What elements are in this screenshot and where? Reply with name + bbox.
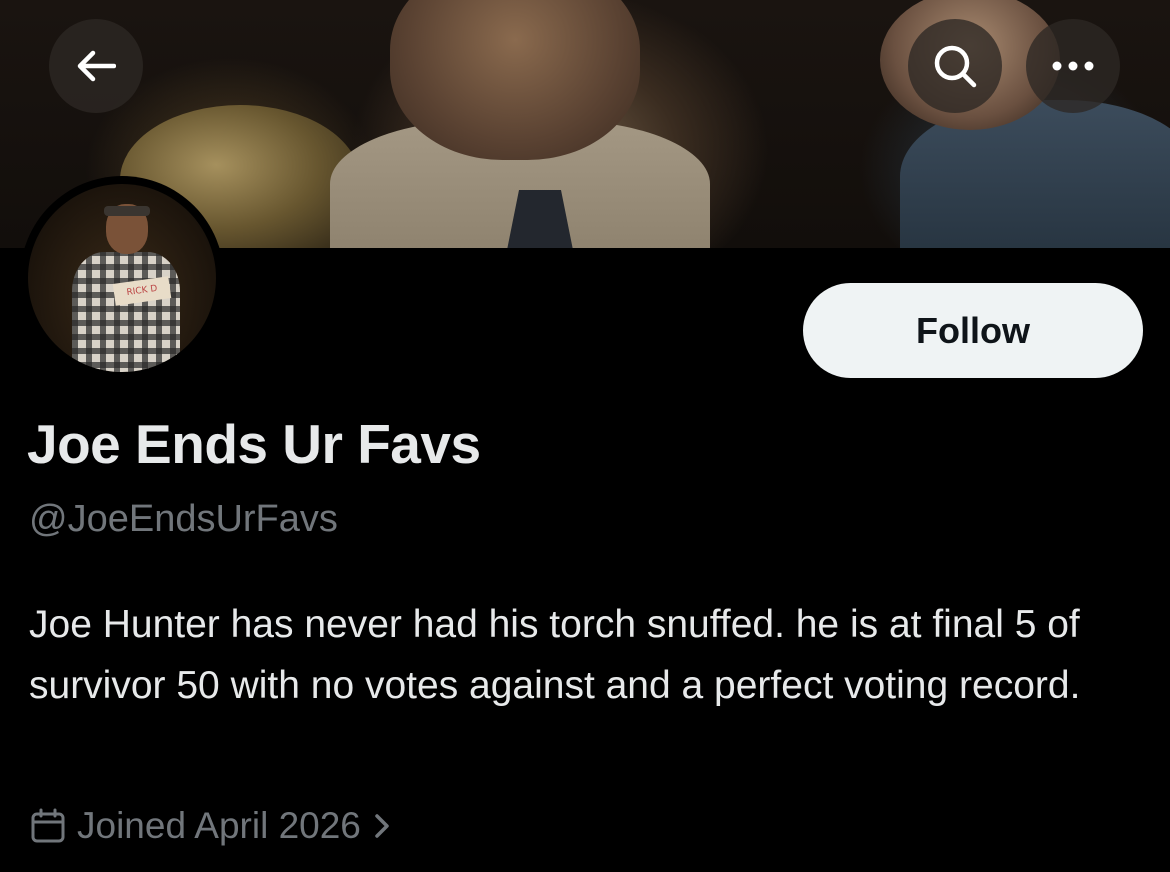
back-button[interactable] <box>49 19 143 113</box>
arrow-left-icon <box>77 50 116 82</box>
avatar-image: RICK D <box>28 184 216 372</box>
banner-person-face <box>390 0 640 160</box>
profile-avatar[interactable]: RICK D <box>20 176 224 380</box>
username-handle: @JoeEndsUrFavs <box>29 498 338 540</box>
joined-date-text: Joined April 2026 <box>77 805 361 846</box>
avatar-plaid-shirt <box>72 252 180 372</box>
display-name: Joe Ends Ur Favs <box>27 413 481 475</box>
more-horizontal-icon <box>1052 61 1094 71</box>
chevron-right-icon <box>375 814 389 838</box>
avatar-headband <box>104 206 150 216</box>
follow-button[interactable]: Follow <box>803 283 1143 378</box>
search-icon <box>934 45 977 88</box>
more-options-button[interactable] <box>1026 19 1120 113</box>
calendar-icon <box>31 808 65 843</box>
search-button[interactable] <box>908 19 1002 113</box>
profile-bio: Joe Hunter has never had his torch snuff… <box>29 603 1081 707</box>
joined-date-row[interactable]: Joined April 2026 <box>29 800 393 852</box>
